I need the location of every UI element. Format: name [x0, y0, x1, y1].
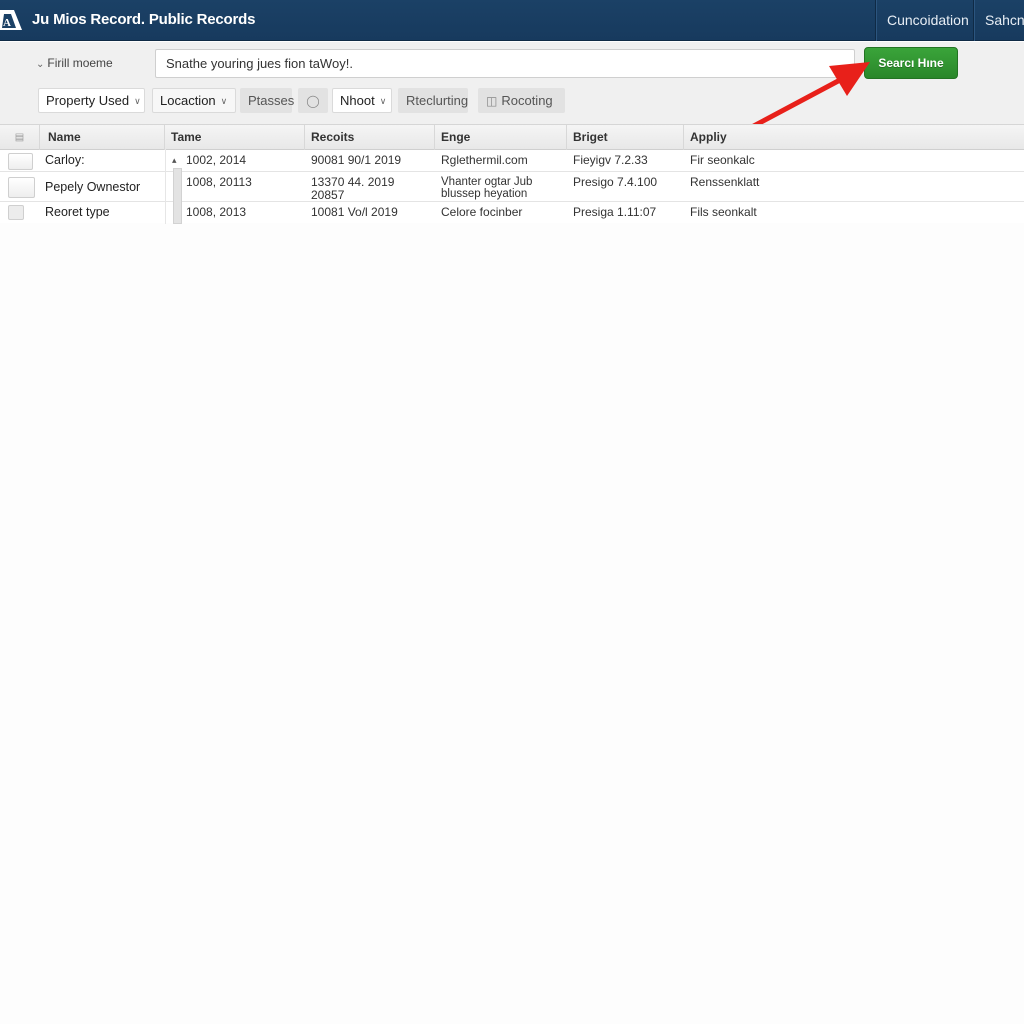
filter-location[interactable]: Locaction ∨ [152, 88, 236, 113]
search-toolbar: ⌄Firill moeme Searcı Hıne Property Used ∨… [0, 42, 1024, 124]
cell-enge: Celore focinber [441, 205, 523, 219]
filter-label: Rteclurting [406, 93, 469, 108]
column-divider [165, 149, 166, 224]
column-header-briget[interactable]: Briget [567, 125, 684, 150]
table-row[interactable]: Pepely Ownestor 1008, 20113 13370 44. 20… [0, 172, 1024, 202]
table-row[interactable]: Carloy: 1002, 2014 90081 90/1 2019 Rglet… [0, 150, 1024, 172]
filter-label: Ptasses [248, 93, 295, 108]
filter-rocoting[interactable]: ◫ Rocoting [478, 88, 565, 113]
nav-search[interactable]: Sahcn [973, 0, 1024, 41]
document-icon: ◫ [486, 94, 498, 108]
row-checkbox[interactable] [8, 153, 33, 170]
cell-apply: Fir seonkalc [690, 153, 755, 167]
cell-enge: Vhanter ogtar Jub blussep heyation [441, 176, 533, 200]
row-checkbox[interactable] [8, 205, 24, 220]
chevron-down-icon: ⌄ [36, 59, 45, 70]
apple-icon: ◯ [306, 94, 320, 108]
filter-toggle-label: Firill moeme [47, 56, 113, 70]
column-header-apply[interactable]: Appliy [684, 125, 1024, 150]
cell-recoits: 13370 44. 2019 20857 [311, 175, 395, 202]
records-table: ▤ Name Tame Recoits Enge Briget Appliy C… [0, 124, 1024, 223]
table-row[interactable]: Reoret type 1008, 2013 10081 Vo/l 2019 C… [0, 202, 1024, 223]
cell-tame: 1002, 2014 [186, 153, 247, 167]
app-title: Ju Mios Record. Public Records [32, 11, 256, 28]
search-input[interactable] [155, 49, 855, 78]
cell-briget: Fieyigv 7.2.33 [573, 153, 648, 167]
nav-consolidation[interactable]: Cuncoidation [875, 0, 974, 41]
chevron-down-icon: ∨ [134, 96, 141, 106]
search-button[interactable]: Searcı Hıne [864, 47, 958, 79]
column-header-tame[interactable]: Tame [165, 125, 305, 150]
select-all-checkbox[interactable]: ▤ [0, 125, 40, 150]
cell-recoits: 90081 90/1 2019 [311, 153, 402, 167]
filter-label: Rocoting [501, 93, 553, 108]
cell-briget: Presigo 7.4.100 [573, 175, 658, 189]
filter-label: Locaction [160, 93, 216, 108]
filter-toggle[interactable]: ⌄ Firill moeme [36, 56, 113, 70]
cell-recoits: 10081 Vo/l 2019 [311, 205, 398, 219]
cell-name: Pepely Ownestor [45, 180, 141, 194]
filter-label: Property Used [46, 93, 130, 108]
sort-indicator-icon[interactable]: ▴ [172, 155, 177, 166]
column-header-recoits[interactable]: Recoits [305, 125, 435, 150]
svg-text:A: A [3, 17, 11, 29]
app-header: A Ju Mios Record. Public Records Cuncoid… [0, 0, 1024, 41]
cell-briget: Presiga 1.11:07 [573, 205, 657, 219]
cell-tame: 1008, 2013 [186, 205, 247, 219]
cell-apply: Fils seonkalt [690, 205, 757, 219]
column-scrollbar[interactable] [173, 168, 182, 224]
filter-icon-button[interactable]: ◯ [298, 88, 328, 113]
filter-label: Nhoot [340, 93, 375, 108]
row-checkbox[interactable] [8, 177, 35, 198]
table-header: ▤ Name Tame Recoits Enge Briget Appliy [0, 125, 1024, 150]
filter-property-used[interactable]: Property Used ∨ [38, 88, 145, 113]
filter-nhoot[interactable]: Nhoot ∨ [332, 88, 392, 113]
cell-tame: 1008, 20113 [186, 175, 252, 189]
chevron-down-icon: ∨ [379, 96, 387, 106]
cell-apply: Renssenklatt [690, 175, 760, 189]
column-header-enge[interactable]: Enge [435, 125, 567, 150]
chevron-down-icon: ∨ [220, 96, 228, 106]
cell-name: Carloy: [45, 153, 85, 167]
column-header-name[interactable]: Name [40, 125, 165, 150]
mountain-logo-icon[interactable]: A [0, 6, 24, 34]
cell-name: Reoret type [45, 205, 110, 219]
filter-phases[interactable]: Ptasses [240, 88, 295, 113]
filter-recruiting[interactable]: Rteclurting [398, 88, 468, 113]
cell-enge: Rglethermil.com [441, 153, 528, 167]
